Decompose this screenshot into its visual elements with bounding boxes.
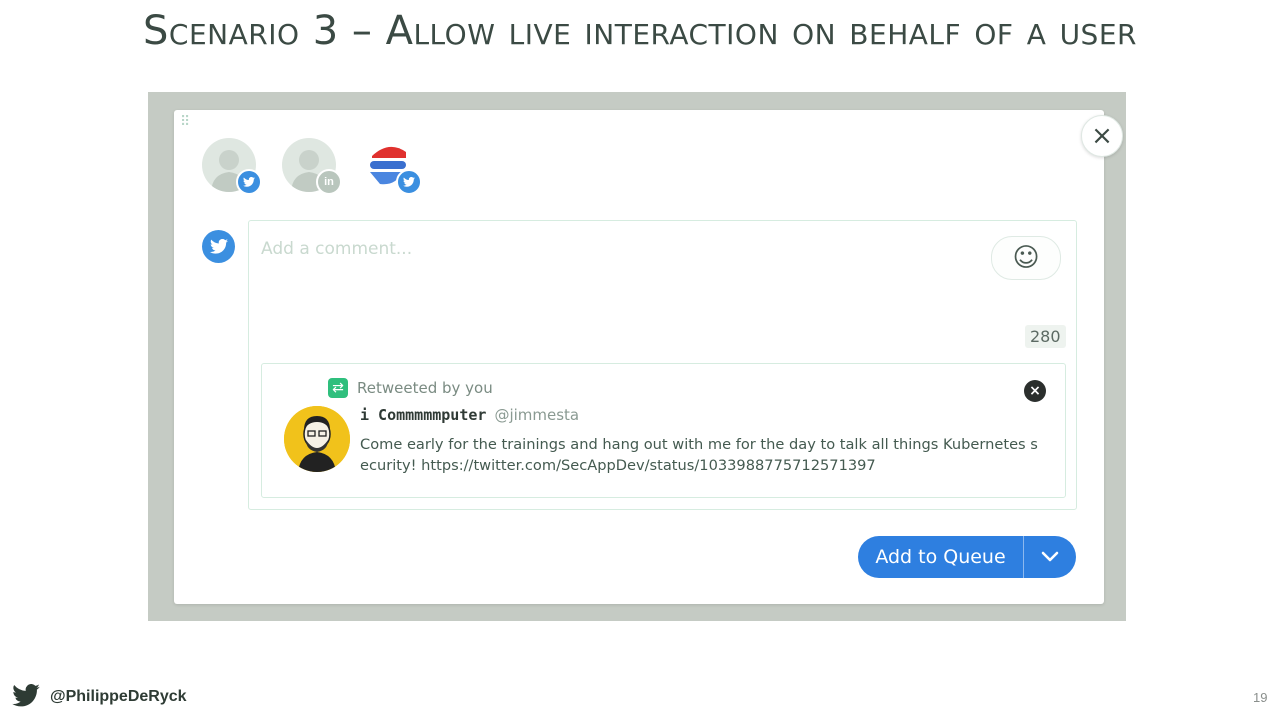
drag-handle-icon[interactable]: ⠿ bbox=[180, 115, 190, 129]
footer-twitter-handle: @PhilippeDeRyck bbox=[50, 688, 187, 705]
retweet-card: ⇄ Retweeted by you × i Commmmmputer @jim… bbox=[261, 363, 1066, 498]
tweet-text: Come early for the trainings and hang ou… bbox=[360, 436, 1038, 474]
smiley-icon: ☺ bbox=[1012, 243, 1040, 273]
profile-linkedin[interactable]: in bbox=[282, 138, 342, 195]
twitter-icon bbox=[236, 169, 262, 195]
compose-modal: ⠿ × in Add a comment... ☺ 280 ⇄ Retweete… bbox=[174, 110, 1123, 604]
retweet-label: Retweeted by you bbox=[357, 379, 493, 397]
avatar bbox=[284, 406, 350, 472]
tweet-author-handle[interactable]: @jimmesta bbox=[494, 406, 579, 424]
page-number: 19 bbox=[1253, 690, 1268, 705]
tweet-header: i Commmmmputer @jimmesta bbox=[360, 406, 579, 424]
close-button[interactable]: × bbox=[1081, 115, 1123, 157]
twitter-icon bbox=[202, 230, 235, 263]
chevron-down-icon[interactable] bbox=[1023, 536, 1076, 578]
add-to-queue-button[interactable]: Add to Queue bbox=[858, 536, 1076, 578]
profile-twitter-personal[interactable] bbox=[202, 138, 262, 195]
emoji-button[interactable]: ☺ bbox=[991, 236, 1061, 280]
comment-input[interactable]: Add a comment... bbox=[261, 239, 412, 259]
profile-twitter-brand[interactable] bbox=[362, 138, 422, 195]
remove-retweet-button[interactable]: × bbox=[1024, 380, 1046, 402]
character-counter: 280 bbox=[1025, 325, 1066, 348]
tweet-author-name: i Commmmmputer bbox=[360, 406, 487, 424]
retweet-status: ⇄ Retweeted by you bbox=[328, 378, 493, 398]
slide-title: Scenario 3 – Allow live interaction on b… bbox=[143, 8, 1137, 54]
profile-selector: in bbox=[202, 138, 422, 195]
linkedin-icon: in bbox=[316, 169, 342, 195]
comment-composer[interactable]: Add a comment... ☺ 280 ⇄ Retweeted by yo… bbox=[248, 220, 1077, 510]
app-screenshot: ⠿ × in Add a comment... ☺ 280 ⇄ Retweete… bbox=[148, 92, 1126, 621]
add-to-queue-label[interactable]: Add to Queue bbox=[858, 536, 1023, 578]
twitter-icon bbox=[396, 169, 422, 195]
twitter-icon bbox=[12, 683, 40, 711]
retweet-icon: ⇄ bbox=[328, 378, 348, 398]
